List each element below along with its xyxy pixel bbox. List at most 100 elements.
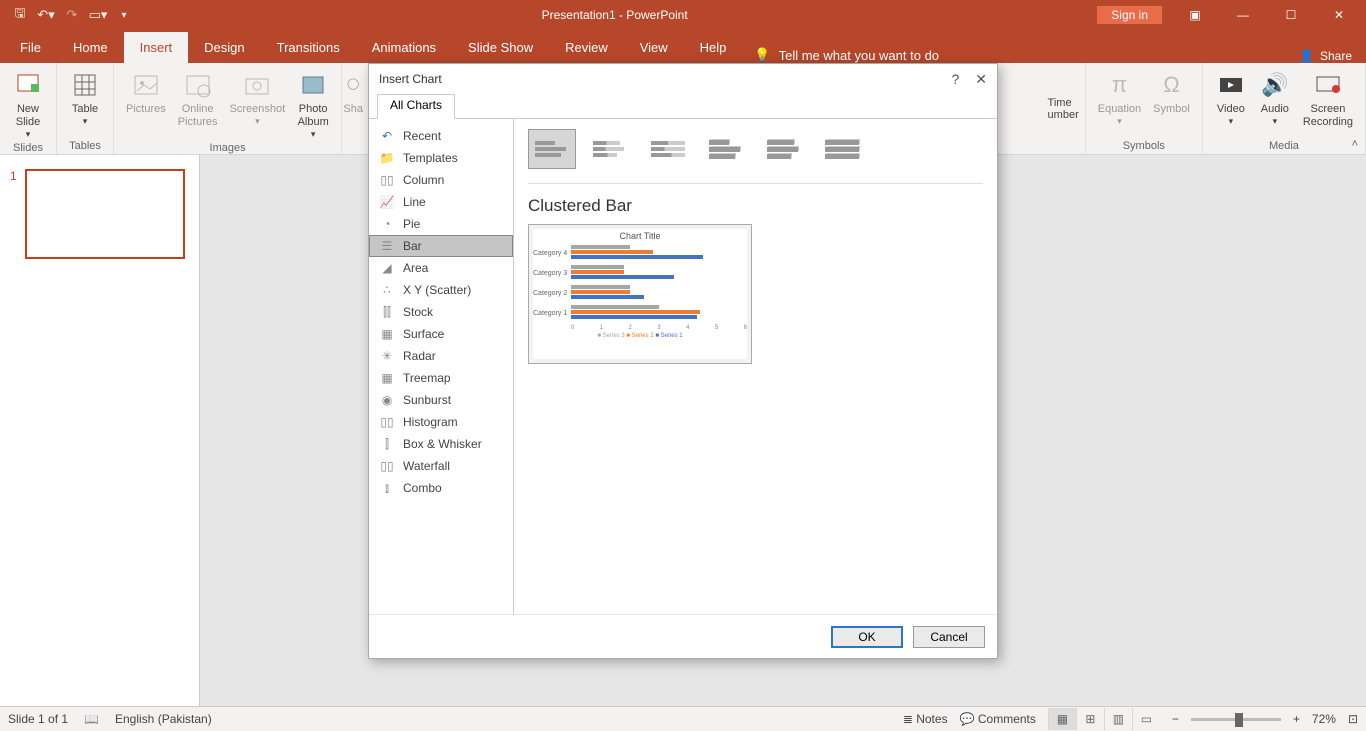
photo-album-button[interactable]: Photo Album▾	[293, 67, 333, 142]
thumb-row[interactable]: 1	[10, 169, 189, 259]
slide-thumbnail-1[interactable]	[25, 169, 185, 259]
subtype-clustered-bar[interactable]	[528, 129, 576, 169]
cat-label: Histogram	[403, 415, 458, 429]
equation-button[interactable]: πEquation▾	[1094, 67, 1145, 129]
video-button[interactable]: Video▾	[1211, 67, 1251, 129]
reading-view-icon[interactable]: ▥	[1104, 708, 1132, 730]
cat-boxwhisker[interactable]: ⫿Box & Whisker	[369, 433, 513, 455]
cat-label: Column	[403, 173, 444, 187]
tab-insert[interactable]: Insert	[124, 32, 189, 63]
ribbon-display-options-icon[interactable]: ▣	[1172, 0, 1218, 30]
chart-category-list: ↶Recent 📁Templates ▯▯Column 📈Line ◔Pie ☰…	[369, 119, 514, 614]
new-slide-icon	[12, 69, 44, 101]
cat-treemap[interactable]: ▦Treemap	[369, 367, 513, 389]
cat-waterfall[interactable]: ▯▯Waterfall	[369, 455, 513, 477]
subtype-3d-100-stacked-bar[interactable]	[818, 129, 866, 169]
screenshot-button[interactable]: Screenshot▾	[226, 67, 290, 129]
ok-button[interactable]: OK	[831, 626, 903, 648]
shapes-button-cut[interactable]: ◯Sha	[342, 67, 364, 118]
pictures-button[interactable]: Pictures	[122, 67, 170, 118]
spellcheck-icon[interactable]: 📖	[84, 712, 99, 726]
view-buttons: ▦ ⊞ ▥ ▭	[1048, 708, 1160, 730]
maximize-icon[interactable]: ☐	[1268, 0, 1314, 30]
cancel-button[interactable]: Cancel	[913, 626, 985, 648]
fit-to-window-icon[interactable]: ⊡	[1348, 712, 1358, 726]
language-button[interactable]: English (Pakistan)	[115, 712, 212, 726]
subtype-3d-clustered-bar[interactable]	[702, 129, 750, 169]
tab-view[interactable]: View	[624, 32, 684, 63]
dialog-help-icon[interactable]: ?	[951, 71, 959, 88]
dialog-tab-all-charts[interactable]: All Charts	[377, 94, 455, 119]
share-button[interactable]: Share	[1320, 49, 1352, 63]
tab-design[interactable]: Design	[188, 32, 260, 63]
sunburst-icon: ◉	[379, 392, 395, 408]
chart-preview[interactable]: Chart Title Category 4Category 3Category…	[528, 224, 752, 364]
slidenumber-cut[interactable]: umber	[1048, 109, 1079, 121]
chart-legend: Series 3 Series 2 Series 1	[533, 333, 747, 339]
slide-count[interactable]: Slide 1 of 1	[8, 712, 68, 726]
zoom-level[interactable]: 72%	[1312, 712, 1336, 726]
cat-histogram[interactable]: ▯▯Histogram	[369, 411, 513, 433]
table-button[interactable]: Table▾	[65, 67, 105, 129]
cat-combo[interactable]: ⫾Combo	[369, 477, 513, 499]
notes-button[interactable]: ≣ Notes	[903, 712, 948, 726]
audio-button[interactable]: 🔊Audio▾	[1255, 67, 1295, 129]
tab-animations[interactable]: Animations	[356, 32, 452, 63]
cat-bar[interactable]: ☰Bar	[369, 235, 513, 257]
save-icon[interactable]: 🖫	[12, 7, 28, 23]
cat-area[interactable]: ◢Area	[369, 257, 513, 279]
slideshow-view-icon[interactable]: ▭	[1132, 708, 1160, 730]
radar-icon: ✳	[379, 348, 395, 364]
dialog-close-icon[interactable]: ✕	[975, 71, 987, 88]
sign-in-button[interactable]: Sign in	[1097, 6, 1162, 24]
subtype-stacked-bar[interactable]	[586, 129, 634, 169]
dialog-footer: OK Cancel	[369, 614, 997, 658]
comments-button[interactable]: 💬 Comments	[960, 712, 1036, 726]
slide-thumbnails-panel: 1	[0, 155, 200, 706]
cat-sunburst[interactable]: ◉Sunburst	[369, 389, 513, 411]
collapse-ribbon-icon[interactable]: ˄	[1352, 138, 1358, 150]
symbol-button[interactable]: ΩSymbol	[1149, 67, 1194, 118]
cat-column[interactable]: ▯▯Column	[369, 169, 513, 191]
zoom-thumb[interactable]	[1235, 713, 1243, 727]
group-tables: Table▾ Tables	[57, 63, 114, 154]
tab-file[interactable]: File	[4, 32, 57, 63]
cat-line[interactable]: 📈Line	[369, 191, 513, 213]
subtype-100-stacked-bar[interactable]	[644, 129, 692, 169]
cat-radar[interactable]: ✳Radar	[369, 345, 513, 367]
qat-customize-icon[interactable]: ▾	[116, 7, 132, 23]
cat-pie[interactable]: ◔Pie	[369, 213, 513, 235]
new-slide-button[interactable]: New Slide▾	[8, 67, 48, 142]
close-icon[interactable]: ✕	[1316, 0, 1362, 30]
subtype-3d-stacked-bar[interactable]	[760, 129, 808, 169]
datetime-cut[interactable]: Time	[1048, 97, 1079, 109]
status-left: Slide 1 of 1 📖 English (Pakistan)	[8, 712, 212, 726]
cat-templates[interactable]: 📁Templates	[369, 147, 513, 169]
cat-stock[interactable]: ⫿⫿Stock	[369, 301, 513, 323]
new-slide-label: New Slide	[16, 103, 40, 129]
tab-home[interactable]: Home	[57, 32, 124, 63]
redo-icon[interactable]: ↷	[64, 7, 80, 23]
tab-transitions[interactable]: Transitions	[261, 32, 356, 63]
tab-slideshow[interactable]: Slide Show	[452, 32, 549, 63]
dialog-titlebar[interactable]: Insert Chart ? ✕	[369, 64, 997, 94]
tab-help[interactable]: Help	[684, 32, 743, 63]
tell-me[interactable]: 💡 Tell me what you want to do	[754, 47, 939, 63]
insert-chart-dialog: Insert Chart ? ✕ All Charts ↶Recent 📁Tem…	[368, 63, 998, 659]
tab-review[interactable]: Review	[549, 32, 624, 63]
normal-view-icon[interactable]: ▦	[1048, 708, 1076, 730]
zoom-in-icon[interactable]: +	[1293, 712, 1300, 726]
text-group-cut: Time umber	[1048, 63, 1085, 154]
cat-recent[interactable]: ↶Recent	[369, 125, 513, 147]
zoom-out-icon[interactable]: −	[1172, 712, 1179, 726]
group-slides-label: Slides	[13, 142, 43, 154]
zoom-slider[interactable]	[1191, 718, 1281, 721]
online-pictures-button[interactable]: Online Pictures	[174, 67, 222, 131]
cat-surface[interactable]: ▦Surface	[369, 323, 513, 345]
start-from-beginning-icon[interactable]: ▭▾	[90, 7, 106, 23]
slide-sorter-icon[interactable]: ⊞	[1076, 708, 1104, 730]
minimize-icon[interactable]: —	[1220, 0, 1266, 30]
cat-scatter[interactable]: ∴X Y (Scatter)	[369, 279, 513, 301]
screen-recording-button[interactable]: Screen Recording	[1299, 67, 1357, 131]
undo-icon[interactable]: ↶▾	[38, 7, 54, 23]
